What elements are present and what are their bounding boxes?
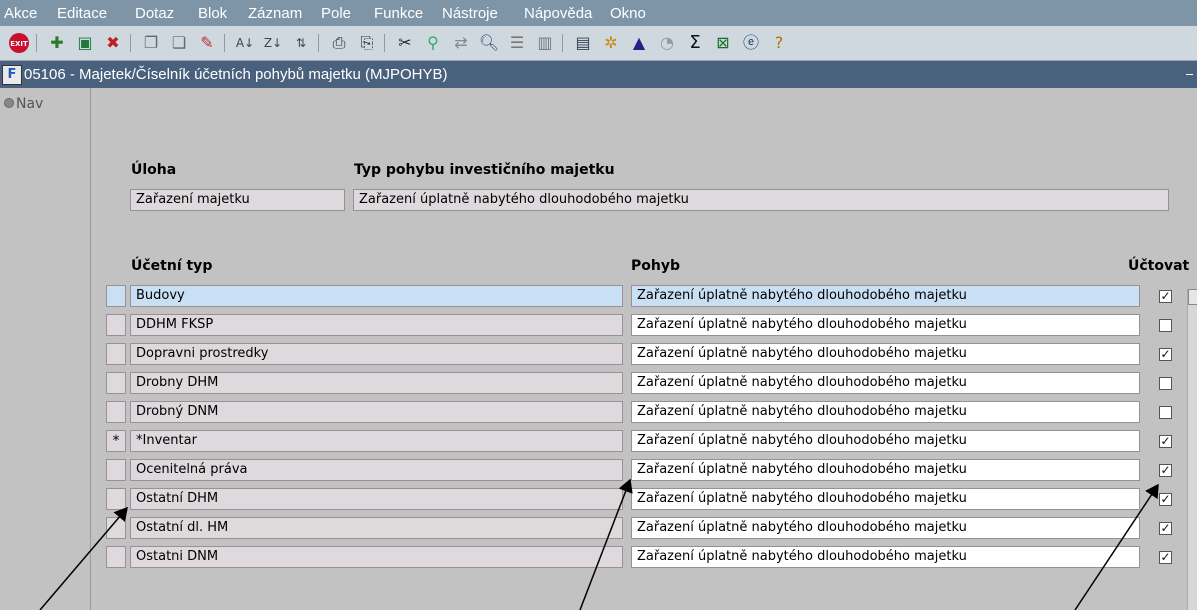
annotation-arrow bbox=[579, 478, 633, 610]
annotation-arrows bbox=[39, 478, 1159, 610]
annotation-arrow bbox=[39, 506, 128, 610]
annotation-arrow bbox=[1074, 483, 1159, 610]
